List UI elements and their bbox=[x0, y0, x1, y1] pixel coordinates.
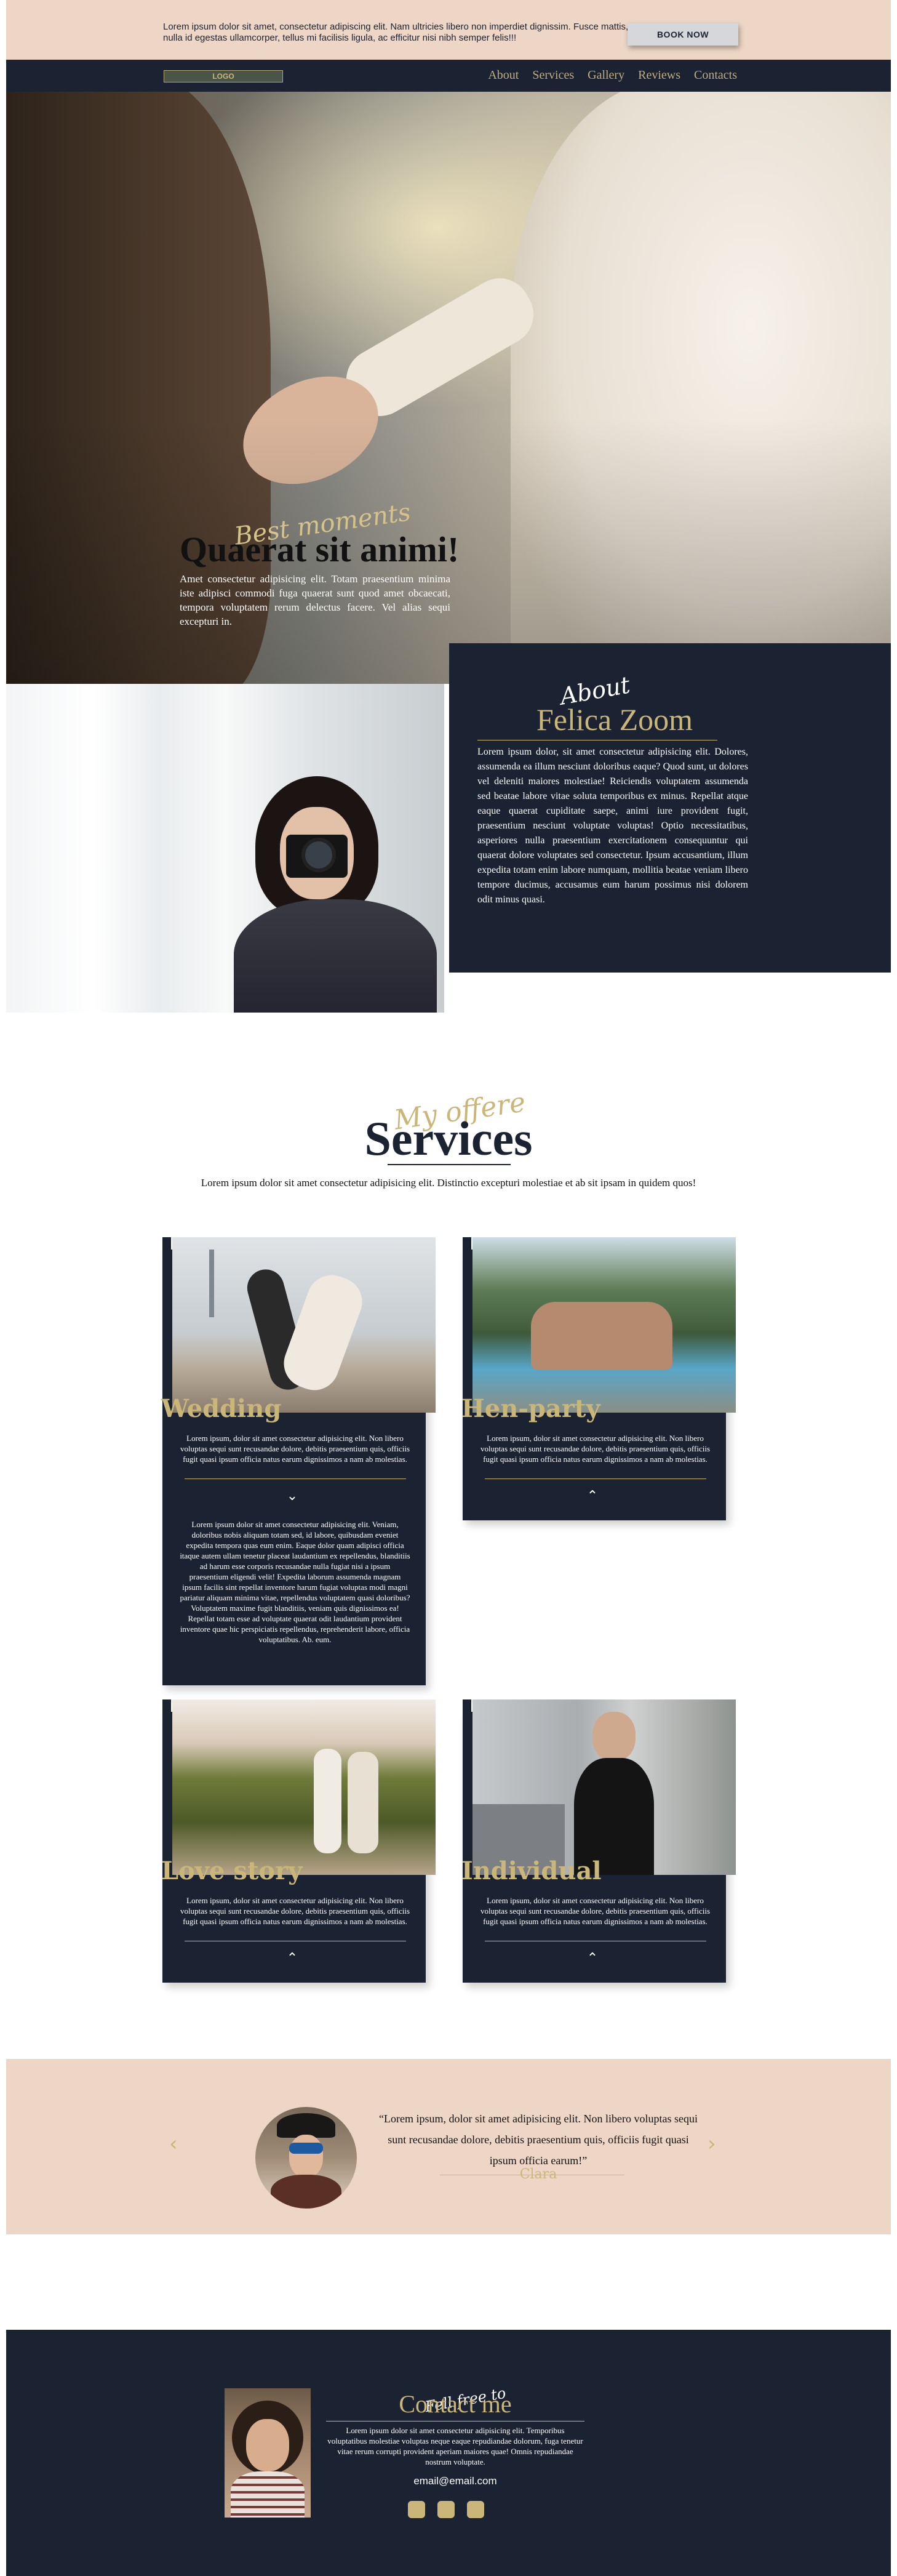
hen-party-photo bbox=[472, 1237, 736, 1413]
individual-title: Individual bbox=[461, 1856, 602, 1885]
navbar: LOGO About Services Gallery Reviews Cont… bbox=[6, 60, 891, 92]
individual-photo bbox=[472, 1699, 736, 1875]
announcement-bar: Lorem ipsum dolor sit amet, consectetur … bbox=[6, 0, 891, 60]
wedding-title: Wedding bbox=[161, 1394, 282, 1423]
contact-text: Lorem ipsum dolor sit amet consectetur a… bbox=[327, 2426, 583, 2466]
love-story-title: Love story bbox=[161, 1856, 303, 1885]
wedding-extra-text: Lorem ipsum dolor sit amet consectetur a… bbox=[180, 1520, 410, 1644]
nav-about[interactable]: About bbox=[488, 68, 519, 82]
nav-contacts[interactable]: Contacts bbox=[694, 68, 737, 82]
nav-gallery[interactable]: Gallery bbox=[588, 68, 624, 82]
contact-section: Fell free to Contact me Lorem ipsum dolo… bbox=[6, 2330, 891, 2576]
chevron-up-icon[interactable]: ⌃ bbox=[583, 1951, 602, 1966]
individual-text: Lorem ipsum, dolor sit amet consectetur … bbox=[480, 1896, 711, 1926]
main-nav: About Services Gallery Reviews Contacts bbox=[488, 68, 737, 82]
card-accent bbox=[162, 1237, 171, 1250]
services-subtitle: Lorem ipsum dolor sit amet consectetur a… bbox=[201, 1177, 696, 1189]
book-now-button[interactable]: BOOK NOW bbox=[628, 23, 738, 46]
about-box: About Felica Zoom Lorem ipsum dolor, sit… bbox=[449, 643, 891, 973]
nav-services[interactable]: Services bbox=[532, 68, 574, 82]
chevron-down-icon[interactable]: ⌄ bbox=[283, 1488, 301, 1504]
testimonial-section: ‹ › “Lorem ipsum, dolor sit amet adipisi… bbox=[6, 2059, 891, 2234]
hen-party-text: Lorem ipsum, dolor sit amet consectetur … bbox=[480, 1434, 711, 1464]
social-icon[interactable] bbox=[467, 2501, 484, 2518]
logo[interactable]: LOGO bbox=[164, 70, 283, 82]
about-text: Lorem ipsum dolor, sit amet consectetur … bbox=[477, 747, 748, 905]
chevron-up-icon[interactable]: ⌃ bbox=[583, 1488, 602, 1504]
social-icons bbox=[408, 2501, 484, 2518]
next-arrow-icon[interactable]: › bbox=[708, 2132, 716, 2156]
services-title: Services bbox=[364, 1112, 533, 1165]
card-accent bbox=[463, 1699, 471, 1712]
hero-text: Amet consectetur adipisicing elit. Totam… bbox=[180, 573, 450, 627]
announcement-text: Lorem ipsum dolor sit amet, consectetur … bbox=[163, 22, 629, 43]
page: Lorem ipsum dolor sit amet, consectetur … bbox=[0, 0, 897, 2576]
testimonial-name: Clara bbox=[519, 2167, 557, 2182]
love-story-text: Lorem ipsum, dolor sit amet consectetur … bbox=[180, 1896, 410, 1926]
wedding-text: Lorem ipsum, dolor sit amet consectetur … bbox=[180, 1434, 410, 1464]
avatar bbox=[255, 2107, 357, 2209]
social-icon[interactable] bbox=[408, 2501, 425, 2518]
chevron-up-icon[interactable]: ⌃ bbox=[283, 1951, 301, 1966]
hen-party-title: Hen-party bbox=[461, 1394, 600, 1423]
prev-arrow-icon[interactable]: ‹ bbox=[169, 2132, 178, 2156]
about-photo-body bbox=[234, 899, 437, 1013]
about-title: Felica Zoom bbox=[536, 702, 693, 737]
card-accent bbox=[162, 1699, 171, 1712]
nav-reviews[interactable]: Reviews bbox=[638, 68, 680, 82]
contact-photo bbox=[225, 2388, 311, 2518]
about-photo bbox=[6, 684, 444, 1013]
contact-email[interactable]: email@email.com bbox=[326, 2475, 584, 2487]
contact-divider bbox=[326, 2421, 584, 2422]
hero-title: Quaerat sit animi! bbox=[180, 529, 460, 569]
card-accent bbox=[463, 1237, 471, 1250]
hero-section: Best moments Quaerat sit animi! Amet con… bbox=[6, 92, 891, 684]
testimonial-quote: “Lorem ipsum, dolor sit amet adipisicing… bbox=[379, 2113, 698, 2167]
contact-title: Contact me bbox=[399, 2390, 512, 2418]
social-icon[interactable] bbox=[437, 2501, 455, 2518]
services-divider bbox=[388, 1164, 511, 1165]
love-story-photo bbox=[172, 1699, 436, 1875]
camera-lens bbox=[301, 838, 336, 872]
wedding-photo bbox=[172, 1237, 436, 1413]
